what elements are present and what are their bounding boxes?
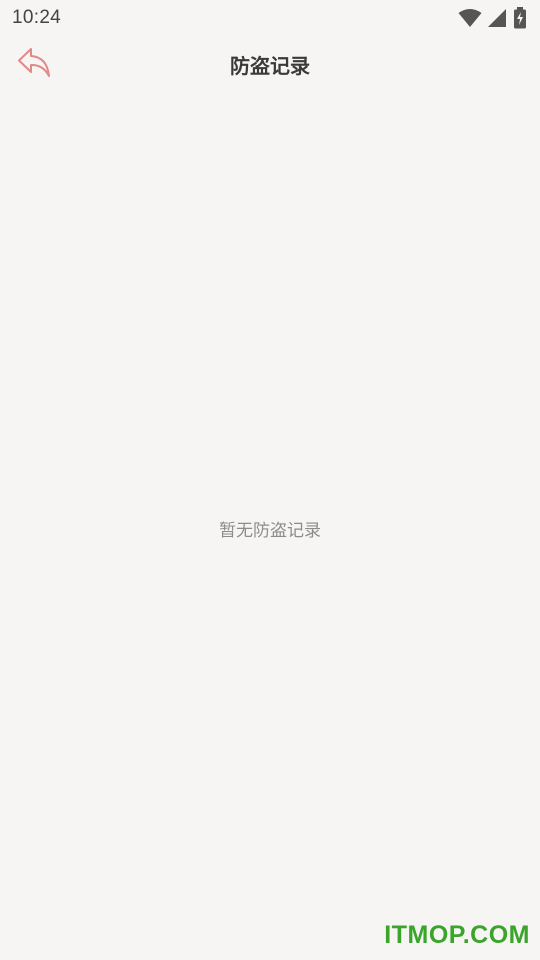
screen: 10:24 防盗记录 暂无防盗记录 ITMOP.COM	[0, 0, 540, 960]
signal-icon	[486, 8, 508, 28]
title-bar: 防盗记录	[0, 40, 540, 88]
battery-charging-icon	[512, 7, 528, 29]
page-title: 防盗记录	[230, 54, 310, 78]
empty-state-message: 暂无防盗记录	[219, 521, 321, 541]
status-time: 10:24	[12, 7, 62, 28]
watermark-logo: ITMOP.COM	[384, 921, 530, 949]
wifi-icon	[458, 8, 482, 28]
status-icons	[458, 7, 528, 29]
status-bar: 10:24	[0, 0, 540, 36]
